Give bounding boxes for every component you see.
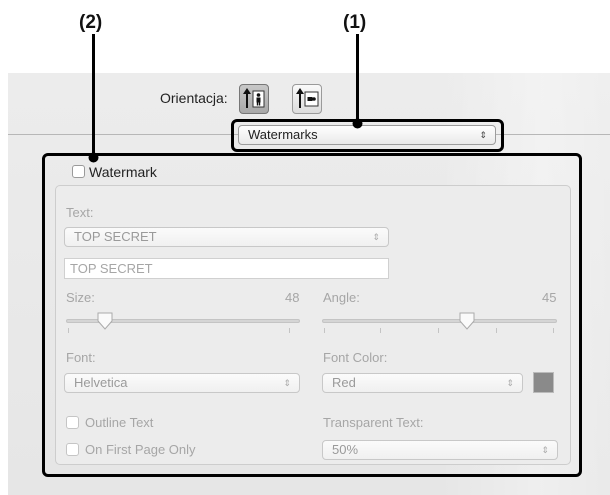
callout-2-leader — [92, 34, 95, 156]
callout-1-frame — [231, 119, 504, 152]
callout-2-frame — [42, 153, 582, 477]
orientation-label: Orientacja: — [160, 90, 228, 106]
landscape-icon — [296, 88, 319, 108]
callout-2: (2) — [79, 12, 103, 33]
portrait-orientation-button[interactable] — [239, 84, 269, 114]
callout-1-dot — [352, 118, 363, 129]
callout-1: (1) — [343, 12, 367, 33]
callout-1-leader — [356, 34, 359, 121]
callout-2-dot — [88, 152, 99, 163]
portrait-icon — [243, 88, 265, 108]
landscape-orientation-button[interactable] — [292, 84, 322, 114]
